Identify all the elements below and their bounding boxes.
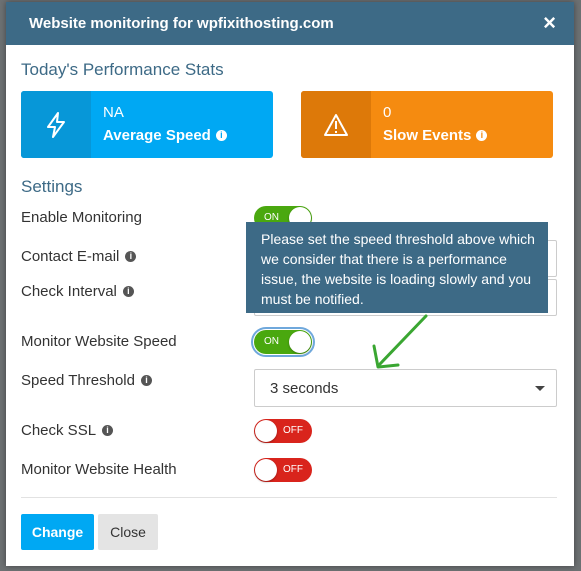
annotation-arrow-icon bbox=[372, 314, 428, 369]
info-icon[interactable]: i bbox=[125, 251, 137, 262]
modal-title: Website monitoring for wpfixithosting.co… bbox=[29, 15, 334, 32]
footer-divider bbox=[21, 497, 557, 498]
speed-threshold-tooltip: Please set the speed threshold above whi… bbox=[246, 222, 548, 313]
toggle-state: OFF bbox=[283, 425, 303, 436]
average-speed-label: Average Speed bbox=[103, 127, 211, 144]
monitor-speed-text: Monitor Website Speed bbox=[21, 333, 177, 350]
check-interval-text: Check Interval bbox=[21, 283, 117, 300]
contact-email-text: Contact E-mail bbox=[21, 248, 120, 265]
settings-section-title: Settings bbox=[21, 177, 83, 196]
average-speed-value: NA bbox=[103, 104, 124, 121]
slow-events-value: 0 bbox=[383, 104, 392, 121]
speed-threshold-value: 3 seconds bbox=[270, 380, 339, 397]
stats-section-title: Today's Performance Stats bbox=[21, 60, 224, 79]
toggle-knob bbox=[255, 459, 277, 481]
slow-events-card: 0 Slow Events i bbox=[301, 91, 553, 158]
close-button[interactable]: Close bbox=[98, 514, 158, 550]
contact-email-label: Contact E-mail i bbox=[21, 248, 137, 265]
modal-header: Website monitoring for wpfixithosting.co… bbox=[6, 2, 574, 45]
monitor-health-toggle[interactable]: OFF bbox=[254, 458, 312, 482]
speed-threshold-text: Speed Threshold bbox=[21, 372, 135, 389]
monitoring-modal: Website monitoring for wpfixithosting.co… bbox=[6, 2, 574, 566]
check-interval-label: Check Interval i bbox=[21, 283, 134, 300]
toggle-knob bbox=[255, 420, 277, 442]
check-ssl-label: Check SSL i bbox=[21, 422, 114, 439]
monitor-speed-label: Monitor Website Speed bbox=[21, 333, 177, 350]
check-ssl-toggle[interactable]: OFF bbox=[254, 419, 312, 443]
info-icon[interactable]: i bbox=[140, 375, 152, 386]
check-ssl-text: Check SSL bbox=[21, 422, 97, 439]
enable-monitoring-text: Enable Monitoring bbox=[21, 209, 142, 226]
caret-down-icon bbox=[535, 386, 545, 391]
enable-monitoring-label: Enable Monitoring bbox=[21, 209, 142, 226]
warning-icon bbox=[301, 91, 371, 158]
monitor-health-text: Monitor Website Health bbox=[21, 461, 177, 478]
monitor-speed-toggle[interactable]: ON bbox=[251, 327, 315, 357]
slow-events-label: Slow Events bbox=[383, 127, 472, 144]
toggle-state: ON bbox=[264, 336, 279, 347]
close-icon[interactable]: × bbox=[543, 11, 556, 35]
toggle-knob bbox=[289, 331, 311, 353]
monitor-health-label: Monitor Website Health bbox=[21, 461, 177, 478]
speed-threshold-select[interactable]: 3 seconds bbox=[254, 369, 557, 407]
average-speed-card: NA Average Speed i bbox=[21, 91, 273, 158]
info-icon[interactable]: i bbox=[215, 130, 227, 141]
toggle-state: OFF bbox=[283, 464, 303, 475]
info-icon[interactable]: i bbox=[476, 130, 488, 141]
info-icon[interactable]: i bbox=[122, 286, 134, 297]
info-icon[interactable]: i bbox=[102, 425, 114, 436]
change-button[interactable]: Change bbox=[21, 514, 94, 550]
speed-threshold-label: Speed Threshold i bbox=[21, 372, 152, 389]
lightning-icon bbox=[21, 91, 91, 158]
